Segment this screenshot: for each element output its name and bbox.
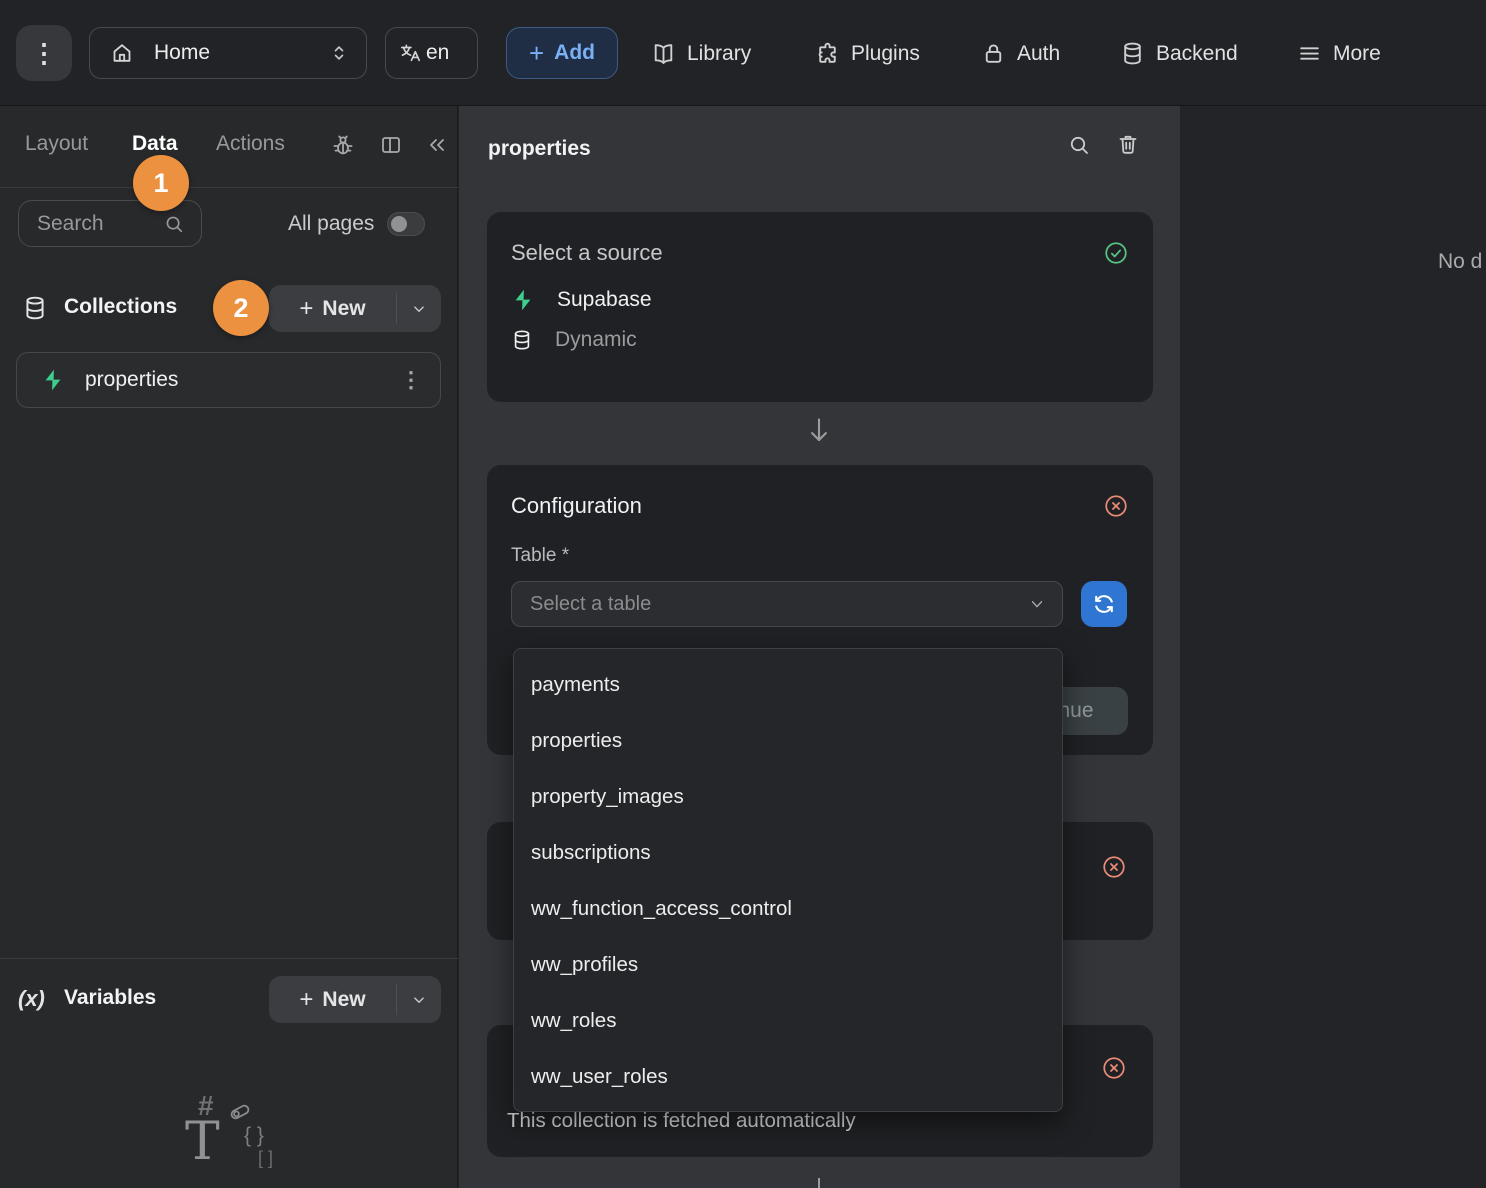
language-selector[interactable]: en (385, 27, 478, 79)
table-option[interactable]: ww_profiles (514, 937, 1062, 993)
table-select-placeholder: Select a table (530, 593, 651, 616)
panel-trash-icon[interactable] (1116, 132, 1140, 156)
chevron-down-icon (1028, 595, 1046, 613)
collection-title: properties (488, 137, 591, 161)
x-circle-icon (1101, 854, 1127, 880)
table-option[interactable]: properties (514, 713, 1062, 769)
nav-backend[interactable]: Backend (1120, 40, 1238, 67)
main-menu-button[interactable]: ⋮ (16, 25, 72, 81)
search-input[interactable] (37, 212, 163, 236)
brackets-glyph: [ ] (258, 1148, 273, 1169)
chevron-updown-icon (328, 42, 350, 64)
new-variable-button[interactable]: +New (269, 976, 441, 1023)
source-option-supabase[interactable]: Supabase (511, 288, 652, 312)
translate-icon (399, 42, 421, 64)
database-icon (1120, 41, 1145, 66)
collapse-sidebar-icon[interactable] (425, 133, 449, 157)
source-card-title: Select a source (511, 240, 663, 266)
tab-data[interactable]: Data (132, 132, 178, 156)
nav-more[interactable]: More (1297, 40, 1381, 67)
refresh-tables-button[interactable] (1081, 581, 1127, 627)
source-option-dynamic[interactable]: Dynamic (511, 328, 637, 352)
left-sidebar: Layout Data Actions 1 All pages (0, 106, 458, 1188)
flow-arrow-stub (818, 1178, 820, 1188)
select-source-card: Select a source Supabase Dynamic (487, 212, 1153, 402)
puzzle-icon (815, 41, 840, 66)
variables-empty-state-art: # T { } [ ] (0, 1082, 458, 1188)
x-circle-icon (1101, 1055, 1127, 1081)
tab-actions[interactable]: Actions (216, 132, 285, 156)
all-pages-toggle[interactable] (387, 212, 425, 236)
database-icon (511, 329, 533, 351)
split-panel-icon[interactable] (379, 133, 403, 157)
debug-bug-icon[interactable] (331, 133, 355, 157)
collections-database-icon (22, 295, 48, 321)
lock-icon (981, 41, 1006, 66)
table-option[interactable]: payments (514, 657, 1062, 713)
configuration-card-title: Configuration (511, 493, 642, 519)
tab-layout[interactable]: Layout (25, 132, 88, 156)
table-select[interactable]: Select a table (511, 581, 1063, 627)
step-badge-2: 2 (213, 280, 269, 336)
all-pages-control: All pages (288, 212, 425, 236)
table-option[interactable]: ww_function_access_control (514, 881, 1062, 937)
app-root: ⋮ Home en + Add Library (0, 0, 1486, 1188)
refresh-icon (1092, 592, 1116, 616)
panel-search-icon[interactable] (1067, 133, 1091, 157)
plus-icon: + (529, 40, 544, 66)
collection-editor-panel: properties Select a source Supabase (459, 106, 1180, 1188)
collection-item-properties[interactable]: properties ⋮ (16, 352, 441, 408)
sidebar-divider (0, 187, 458, 188)
variables-divider (0, 958, 458, 959)
all-pages-label: All pages (288, 212, 374, 236)
new-collection-dropdown[interactable] (397, 285, 441, 332)
supabase-bolt-icon (41, 368, 65, 392)
page-selector[interactable]: Home (89, 27, 367, 79)
new-variable-dropdown[interactable] (397, 976, 441, 1023)
x-circle-icon (1103, 493, 1129, 519)
step-badge-1: 1 (133, 155, 189, 211)
text-glyph: T (185, 1112, 220, 1172)
flow-down-arrow-icon (804, 414, 834, 446)
page-selector-label: Home (154, 41, 210, 65)
new-collection-button[interactable]: +New (269, 285, 441, 332)
collections-title: Collections (64, 295, 177, 319)
nav-auth[interactable]: Auth (981, 40, 1060, 67)
kebab-icon: ⋮ (31, 38, 57, 69)
home-icon (110, 41, 134, 65)
table-options-dropdown: payments properties property_images subs… (513, 648, 1063, 1112)
plus-icon: + (299, 988, 313, 1012)
fetched-automatically-note: This collection is fetched automatically (507, 1109, 856, 1133)
supabase-bolt-icon (511, 288, 535, 312)
toggle-knob (391, 216, 407, 232)
chevron-down-icon (410, 991, 428, 1009)
editor-canvas[interactable]: No d (1180, 106, 1486, 1188)
table-option[interactable]: ww_roles (514, 993, 1062, 1049)
nav-library[interactable]: Library (651, 40, 751, 67)
add-button[interactable]: + Add (506, 27, 618, 79)
table-option[interactable]: ww_user_roles (514, 1049, 1062, 1105)
variables-x-icon: (x) (18, 986, 45, 1012)
book-icon (651, 41, 676, 66)
braces-glyph: { } (244, 1124, 264, 1148)
collection-name: properties (85, 368, 178, 392)
search-icon (163, 213, 185, 235)
language-label: en (426, 41, 449, 65)
variables-section-header: (x) Variables +New (0, 976, 458, 1023)
table-option[interactable]: subscriptions (514, 825, 1062, 881)
collection-kebab-icon[interactable]: ⋮ (400, 367, 422, 393)
top-toolbar: ⋮ Home en + Add Library (0, 0, 1486, 106)
table-option[interactable]: property_images (514, 769, 1062, 825)
check-circle-icon (1103, 240, 1129, 266)
variables-title: Variables (64, 986, 156, 1010)
canvas-clipped-text: No d (1438, 250, 1482, 274)
hamburger-icon (1297, 41, 1322, 66)
nav-plugins[interactable]: Plugins (815, 40, 920, 67)
plus-icon: + (299, 297, 313, 321)
chevron-down-icon (410, 300, 428, 318)
table-field-label: Table * (511, 545, 569, 567)
